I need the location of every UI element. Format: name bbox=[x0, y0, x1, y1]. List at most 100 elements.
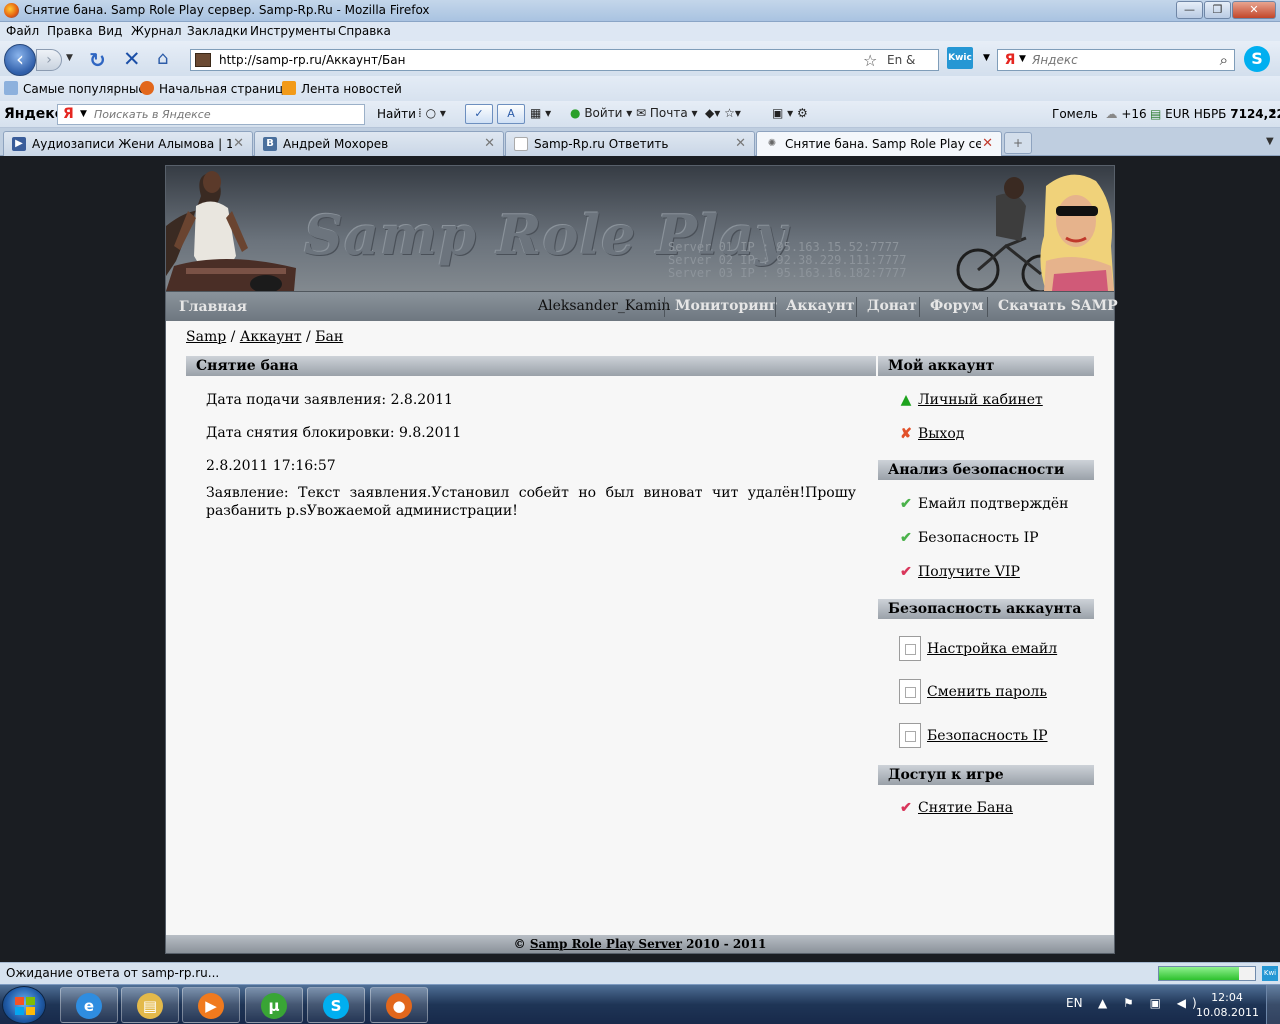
bookmark-start-page[interactable]: Начальная страница bbox=[140, 81, 291, 96]
tab-reply[interactable]: Samp-Rp.ru Ответить ✕ bbox=[505, 131, 755, 156]
close-button[interactable]: ✕ bbox=[1232, 1, 1276, 19]
yandex-logo[interactable]: Яндекс bbox=[4, 106, 63, 122]
tab-vk[interactable]: В Андрей Мохорев ✕ bbox=[254, 131, 504, 156]
address-text[interactable]: http://samp-rp.ru/Аккаунт/Бан bbox=[219, 53, 405, 67]
breadcrumb-samp[interactable]: Samp bbox=[186, 329, 226, 345]
back-button[interactable]: ‹ bbox=[4, 44, 36, 76]
taskbar-button[interactable]: µ bbox=[245, 987, 303, 1023]
search-bar[interactable]: Я ▼ ⌕ bbox=[997, 49, 1235, 71]
yandex-engine-icon[interactable]: Я bbox=[1002, 52, 1018, 68]
taskbar-button[interactable]: ▶ bbox=[182, 987, 240, 1023]
sidebar-item-get-vip[interactable]: ✔ Получите VIP bbox=[899, 564, 1020, 580]
taskbar-button[interactable]: ● bbox=[370, 987, 428, 1023]
check-icon: ✔ bbox=[900, 530, 912, 546]
address-bar[interactable]: http://samp-rp.ru/Аккаунт/Бан ☆ En & bbox=[190, 49, 939, 71]
tab-audio[interactable]: ▶ Аудиозаписи Жени Алымова | 15 ... ✕ bbox=[3, 131, 253, 156]
bookmark-most-visited[interactable]: Самые популярные bbox=[4, 81, 146, 96]
sidebar-item-label[interactable]: Получите VIP bbox=[918, 564, 1020, 580]
nav-username[interactable]: Aleksander_Kamin bbox=[538, 298, 670, 314]
nav-divider bbox=[987, 297, 988, 317]
new-tab-button[interactable]: + bbox=[1004, 132, 1032, 154]
system-clock[interactable]: 12:04 10.08.2011 bbox=[1196, 990, 1259, 1020]
tab-close-icon[interactable]: ✕ bbox=[982, 136, 993, 151]
menu-history[interactable]: Журнал bbox=[131, 24, 182, 38]
sidebar-item-cabinet[interactable]: ▲ Личный кабинет bbox=[899, 392, 1043, 408]
bookmark-news-feed[interactable]: Лента новостей bbox=[282, 81, 402, 96]
grid-icon[interactable]: ▦ ▾ bbox=[530, 106, 551, 120]
tab-close-icon[interactable]: ✕ bbox=[735, 136, 746, 151]
menu-help[interactable]: Справка bbox=[338, 24, 391, 38]
engine-dropdown-icon[interactable]: ▼ bbox=[1019, 54, 1026, 64]
search-icon[interactable]: ⌕ bbox=[1220, 51, 1228, 69]
tab-close-icon[interactable]: ✕ bbox=[233, 136, 244, 151]
nav-account[interactable]: Аккаунт bbox=[786, 298, 855, 314]
nav-download-samp[interactable]: Скачать SAMP bbox=[998, 298, 1118, 314]
maximize-button[interactable]: ❐ bbox=[1204, 1, 1231, 19]
language-indicator[interactable]: EN bbox=[1066, 996, 1083, 1010]
sidebar-item-email-settings[interactable]: Настройка емайл bbox=[899, 636, 1057, 661]
kwic-dropdown-icon[interactable]: ▼ bbox=[983, 53, 990, 63]
menu-edit[interactable]: Правка bbox=[47, 24, 93, 38]
forward-button[interactable]: › bbox=[36, 49, 62, 71]
taskbar-button[interactable]: S bbox=[307, 987, 365, 1023]
sidebar-item-ip-settings[interactable]: Безопасность IP bbox=[899, 723, 1048, 748]
sidebar-item-label[interactable]: Сменить пароль bbox=[927, 684, 1047, 700]
start-button[interactable] bbox=[2, 986, 46, 1024]
nav-donate[interactable]: Донат bbox=[867, 298, 917, 314]
history-dropdown-icon[interactable]: ▼ bbox=[66, 53, 73, 63]
taskbar-button[interactable]: e bbox=[60, 987, 118, 1023]
menu-view[interactable]: Вид bbox=[98, 24, 122, 38]
bookmark-star-icon[interactable]: ☆ bbox=[863, 51, 877, 70]
translate-addon[interactable]: En & bbox=[887, 53, 915, 67]
nav-forum[interactable]: Форум bbox=[930, 298, 984, 314]
page-icon bbox=[514, 137, 528, 151]
taskbar-button[interactable]: ▤ bbox=[121, 987, 179, 1023]
currency-widget[interactable]: ▤ EUR НБРБ 7124,22 bbox=[1150, 107, 1280, 121]
yandex-extra-icons[interactable]: ◆▾ ☆▾ bbox=[705, 106, 741, 120]
sidebar-item-label[interactable]: Безопасность IP bbox=[927, 728, 1048, 744]
yandex-search-input[interactable] bbox=[94, 107, 354, 122]
tab-ban-removal[interactable]: ✺ Снятие бана. Samp Role Play сер... ✕ bbox=[756, 131, 1002, 157]
skype-toolbar-icon[interactable]: S bbox=[1244, 46, 1270, 72]
menu-file[interactable]: Файл bbox=[6, 24, 39, 38]
nav-home[interactable]: Главная bbox=[179, 299, 247, 315]
spellcheck-icon[interactable]: ✓ bbox=[465, 104, 493, 124]
tab-list-icon[interactable]: ▼ bbox=[1266, 136, 1274, 147]
stop-icon[interactable]: ✕ bbox=[123, 47, 141, 71]
sidebar-item-change-password[interactable]: Сменить пароль bbox=[899, 679, 1047, 704]
footer-link[interactable]: Samp Role Play Server bbox=[530, 937, 682, 951]
sidebar-item-logout[interactable]: ✘ Выход bbox=[899, 426, 964, 442]
chevron-down-icon[interactable]: ▼ bbox=[80, 109, 87, 119]
yandex-login[interactable]: ● Войти ▾ bbox=[570, 106, 632, 120]
kwic-button[interactable]: Kwic bbox=[947, 47, 973, 69]
chevron-right-icon[interactable]: ◂ bbox=[1270, 106, 1275, 117]
yandex-search-box[interactable]: Я ▼ bbox=[57, 104, 365, 125]
system-tray-icons[interactable]: ▲ ⚑ ▣ ◀) bbox=[1098, 996, 1203, 1010]
minimize-button[interactable]: — bbox=[1176, 1, 1203, 19]
yandex-find-button[interactable]: Найти bbox=[377, 107, 416, 121]
home-icon[interactable]: ⌂ bbox=[157, 48, 168, 69]
yandex-mail[interactable]: ✉ Почта ▾ bbox=[636, 106, 698, 120]
reload-icon[interactable]: ↻ bbox=[89, 48, 106, 72]
sidebar-item-ban-removal[interactable]: ✔ Снятие Бана bbox=[899, 800, 1013, 816]
site-header: Samp Role Play Server 01 IP : 95.163.15.… bbox=[166, 166, 1114, 291]
sidebar-item-ip-security: ✔ Безопасность IP bbox=[899, 530, 1038, 546]
yandex-misc-icons[interactable]: ⁞ ○ ▾ bbox=[418, 106, 446, 120]
breadcrumb-account[interactable]: Аккаунт bbox=[240, 329, 302, 345]
menu-tools[interactable]: Инструменты bbox=[250, 24, 336, 38]
sidebar-item-label[interactable]: Снятие Бана bbox=[918, 800, 1013, 816]
kwic-status-icon[interactable]: Kwi bbox=[1262, 966, 1278, 981]
nav-monitoring[interactable]: Мониторинг bbox=[675, 298, 777, 314]
breadcrumb-ban[interactable]: Бан bbox=[315, 329, 343, 345]
yandex-settings[interactable]: ▣ ▾ ⚙ bbox=[772, 106, 808, 120]
menu-bookmarks[interactable]: Закладки bbox=[187, 24, 248, 38]
sidebar-item-label[interactable]: Выход bbox=[918, 426, 964, 442]
sidebar-item-label[interactable]: Настройка емайл bbox=[927, 641, 1057, 657]
search-input[interactable] bbox=[1032, 52, 1212, 68]
show-desktop-button[interactable] bbox=[1266, 985, 1280, 1024]
server-list: Server 01 IP : 95.163.15.52:7777 Server 0… bbox=[668, 241, 906, 280]
sidebar-item-label[interactable]: Личный кабинет bbox=[918, 392, 1043, 408]
translate-icon[interactable]: A bbox=[497, 104, 525, 124]
weather-widget[interactable]: Гомель ☁ +16 bbox=[1052, 107, 1147, 121]
tab-close-icon[interactable]: ✕ bbox=[484, 136, 495, 151]
